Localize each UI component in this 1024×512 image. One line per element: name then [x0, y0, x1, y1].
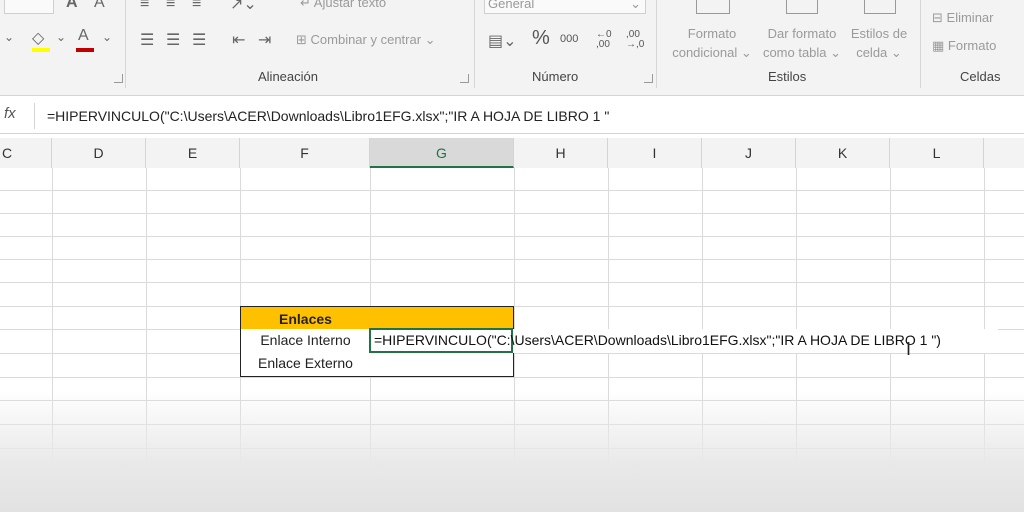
accounting-format-icon[interactable]: ▤⌄ [488, 31, 517, 51]
conditional-format-button[interactable]: Formato condicional ⌄ [668, 24, 756, 62]
gridline [0, 259, 1024, 260]
cell-enlace-interno[interactable]: Enlace Interno [240, 329, 371, 353]
conditional-format-line2: condicional [672, 45, 738, 60]
worksheet-grid[interactable]: Enlaces Enlace Interno Enlace Externo =H… [0, 168, 1024, 512]
column-header-m[interactable] [984, 138, 1024, 168]
format-as-table-line2: como tabla [762, 45, 827, 60]
number-launcher-icon[interactable] [644, 74, 653, 83]
cell-g-externo[interactable] [370, 352, 514, 377]
format-as-table-line1: Dar formato [767, 26, 837, 41]
gridline [0, 236, 1024, 237]
separator [474, 0, 475, 88]
group-label-styles: Estilos [768, 69, 807, 84]
separator [920, 0, 921, 88]
number-format-value: General [488, 0, 535, 11]
number-format-select[interactable]: General ⌄ [484, 0, 646, 14]
orientation-icon[interactable]: ↗⌄ [230, 0, 257, 14]
fill-color-swatch [32, 48, 50, 52]
alignment-launcher-icon[interactable] [460, 74, 469, 83]
delete-icon: ⊟ [932, 10, 943, 25]
percent-icon[interactable]: % [532, 27, 550, 50]
column-headers: C D E F G H I J K L [0, 138, 1024, 169]
font-size-box[interactable] [4, 0, 54, 14]
gridline [0, 190, 1024, 191]
group-label-cells: Celdas [960, 69, 1001, 84]
fill-color-icon[interactable]: ◇ [32, 28, 44, 48]
gridline [0, 282, 1024, 283]
align-middle-icon[interactable]: ≡ [166, 0, 175, 13]
align-left-icon[interactable]: ☰ [140, 30, 154, 50]
formula-text: =HIPERVINCULO("C:\Users\ACER\Downloads\L… [47, 108, 610, 124]
font-color-swatch [76, 48, 94, 52]
font-color-chevron-icon[interactable]: ⌄ [102, 30, 112, 44]
separator [656, 0, 657, 88]
conditional-format-icon [696, 0, 730, 14]
chevron-down-icon[interactable]: ⌄ [4, 30, 14, 44]
delete-button[interactable]: ⊟ Eliminar [932, 10, 994, 26]
column-header-c[interactable]: C [0, 138, 52, 168]
increase-decimal-icon[interactable]: ←0,00 [596, 30, 612, 50]
increase-indent-icon[interactable]: ⇥ [258, 30, 271, 50]
merge-center-label: Combinar y centrar [310, 32, 422, 47]
formula-input[interactable]: =HIPERVINCULO("C:\Users\ACER\Downloads\L… [34, 103, 1024, 129]
format-label: Formato [947, 38, 997, 53]
cell-enlace-externo[interactable]: Enlace Externo [240, 352, 371, 377]
format-as-table-button[interactable]: Dar formato como tabla ⌄ [758, 24, 846, 62]
table-header-blank[interactable] [370, 306, 514, 330]
align-top-icon[interactable]: ≡ [140, 0, 149, 13]
table-header-enlaces[interactable]: Enlaces [240, 306, 371, 330]
thousands-separator-icon[interactable]: 000 [560, 33, 578, 45]
format-button[interactable]: ▦ Formato [932, 38, 996, 54]
conditional-format-line1: Formato [687, 26, 737, 41]
column-header-i[interactable]: I [608, 138, 702, 168]
cell-styles-icon [864, 0, 896, 14]
cell-styles-line1: Estilos de [850, 26, 908, 41]
font-color-icon[interactable]: A [78, 27, 89, 45]
decrease-indent-icon[interactable]: ⇤ [232, 30, 245, 50]
font-launcher-icon[interactable] [114, 74, 123, 83]
gridline [0, 377, 1024, 378]
gridline [0, 213, 1024, 214]
merge-center-button[interactable]: ⊞ Combinar y centrar ⌄ [296, 32, 436, 48]
column-header-k[interactable]: K [796, 138, 890, 168]
column-header-l[interactable]: L [890, 138, 984, 168]
cell-styles-line2: celda [856, 45, 888, 60]
group-label-alignment: Alineación [258, 69, 318, 84]
delete-label: Eliminar [946, 10, 994, 25]
increase-font-icon[interactable]: A [66, 0, 78, 12]
align-right-icon[interactable]: ☰ [192, 30, 206, 50]
screen-shading [0, 390, 1024, 512]
align-bottom-icon[interactable]: ≡ [192, 0, 201, 13]
fill-color-chevron-icon[interactable]: ⌄ [56, 30, 66, 44]
decrease-font-icon[interactable]: A [94, 0, 105, 12]
wrap-text-button[interactable]: ↵ Ajustar texto [300, 0, 386, 11]
text-cursor-icon: I [906, 339, 912, 359]
cell-styles-button[interactable]: Estilos de celda ⌄ [846, 24, 912, 62]
cell-editor-text[interactable]: =HIPERVINCULO("C:\Users\ACER\Downloads\L… [374, 332, 941, 348]
ribbon: A A ⌄ ◇ ⌄ A ⌄ ≡ ≡ ≡ ↗⌄ ↵ Ajustar texto ☰… [0, 0, 1024, 96]
column-header-d[interactable]: D [52, 138, 146, 168]
format-icon: ▦ [932, 38, 945, 53]
decrease-decimal-icon[interactable]: ,00 →,0 [626, 30, 644, 50]
column-header-g[interactable]: G [370, 138, 514, 168]
column-header-e[interactable]: E [146, 138, 240, 168]
chevron-down-icon: ⌄ [630, 0, 641, 11]
formula-bar: fx =HIPERVINCULO("C:\Users\ACER\Download… [0, 99, 1024, 134]
table-format-icon [786, 0, 818, 14]
column-header-f[interactable]: F [240, 138, 370, 168]
column-header-h[interactable]: H [514, 138, 608, 168]
group-label-number: Número [532, 69, 579, 84]
insert-function-icon[interactable]: fx [4, 105, 16, 122]
align-center-icon[interactable]: ☰ [166, 30, 180, 50]
separator [125, 0, 126, 88]
wrap-text-label: Ajustar texto [313, 0, 387, 10]
column-header-j[interactable]: J [702, 138, 796, 168]
